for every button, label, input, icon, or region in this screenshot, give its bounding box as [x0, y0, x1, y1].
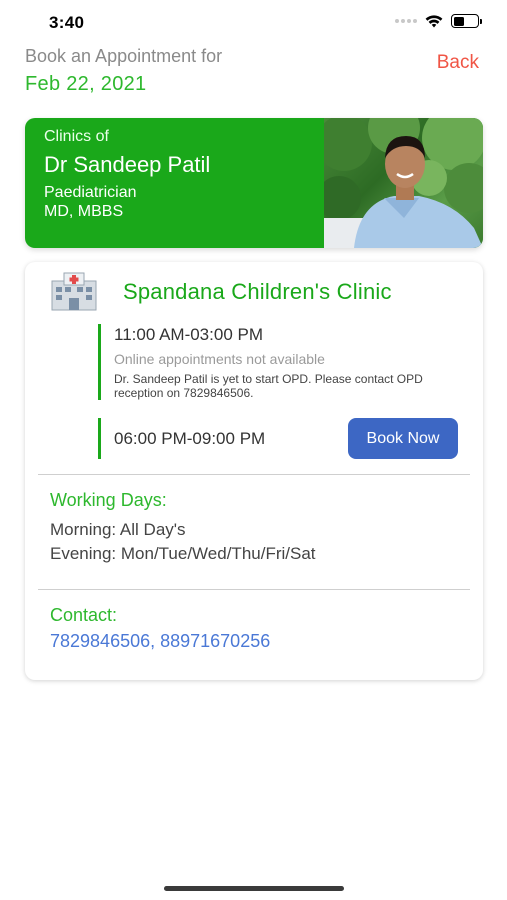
- hospital-icon: [51, 272, 97, 311]
- doctor-degree: MD, MBBS: [44, 203, 124, 220]
- slot-status: Online appointments not available: [114, 351, 325, 367]
- doctor-card: Clinics of Dr Sandeep Patil Paediatricia…: [25, 118, 483, 248]
- status-time: 3:40: [49, 13, 85, 32]
- slot-time: 11:00 AM-03:00 PM: [114, 325, 263, 344]
- status-bar: 3:40: [0, 0, 507, 44]
- slot-note: Dr. Sandeep Patil is yet to start OPD. P…: [114, 372, 423, 400]
- signal-icon: [395, 19, 417, 23]
- clinic-name: Spandana Children's Clinic: [123, 279, 392, 304]
- contact-numbers-link[interactable]: 7829846506, 88971670256: [50, 631, 270, 652]
- doctor-name: Dr Sandeep Patil: [44, 152, 211, 177]
- doctor-photo: [324, 118, 483, 248]
- header-prefix: Book an Appointment for: [25, 46, 223, 66]
- back-button[interactable]: Back: [437, 52, 479, 74]
- status-icons: [395, 14, 482, 28]
- wifi-icon: [425, 14, 443, 27]
- contact-title: Contact:: [50, 605, 118, 625]
- working-days-evening: Evening: Mon/Tue/Wed/Thu/Fri/Sat: [50, 544, 316, 563]
- slot-time: 06:00 PM-09:00 PM: [114, 429, 266, 448]
- home-indicator[interactable]: [164, 886, 344, 891]
- book-now-button[interactable]: Book Now: [348, 418, 458, 459]
- doctor-specialty: Paediatrician: [44, 184, 137, 201]
- working-days-title: Working Days:: [50, 490, 167, 510]
- clinic-card: Spandana Children's Clinic 11:00 AM-03:0…: [25, 262, 483, 680]
- battery-icon: [451, 14, 482, 28]
- working-days-morning: Morning: All Day's: [50, 520, 186, 539]
- doctor-info: Clinics of Dr Sandeep Patil Paediatricia…: [44, 128, 210, 221]
- appointment-date: Feb 22, 2021: [25, 73, 147, 95]
- clinics-of-label: Clinics of: [44, 128, 109, 145]
- time-slot-evening: 06:00 PM-09:00 PM: [98, 418, 265, 459]
- divider: [38, 589, 470, 590]
- time-slot-morning: 11:00 AM-03:00 PM Online appointments no…: [98, 324, 459, 400]
- divider: [38, 474, 470, 475]
